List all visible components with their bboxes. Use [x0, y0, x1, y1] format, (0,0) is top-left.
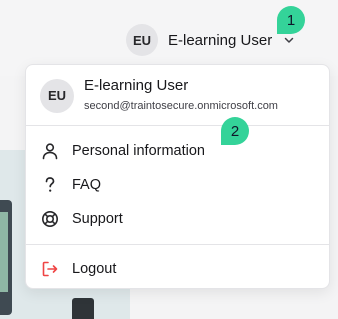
- menu-divider: [26, 244, 329, 245]
- menu-item-label: Personal information: [72, 143, 205, 159]
- menu-avatar: EU: [40, 78, 74, 113]
- menu-item-personal-information[interactable]: Personal information: [40, 139, 205, 163]
- avatar: EU: [126, 24, 158, 56]
- background-device: [72, 298, 94, 319]
- step-badge-1: 1: [277, 6, 305, 34]
- account-dropdown-menu: EU E-learning User second@traintosecure.…: [25, 64, 330, 289]
- account-name: E-learning User: [168, 31, 273, 49]
- background-screen: [0, 212, 8, 292]
- chevron-down-icon: [282, 33, 296, 47]
- menu-item-faq[interactable]: FAQ: [40, 173, 101, 197]
- account-menu-button[interactable]: EU E-learning User: [126, 24, 296, 56]
- menu-user-name: E-learning User: [84, 77, 189, 94]
- menu-item-label: Logout: [72, 261, 117, 277]
- menu-item-label: FAQ: [72, 177, 102, 193]
- menu-item-support[interactable]: Support: [40, 207, 123, 231]
- step-badge-2: 2: [221, 117, 249, 145]
- lifebuoy-icon: [40, 209, 60, 229]
- user-icon: [40, 141, 60, 161]
- menu-item-label: Support: [72, 211, 123, 227]
- question-icon: [40, 175, 60, 195]
- menu-user-email: second@traintosecure.onmicrosoft.com: [84, 100, 278, 112]
- menu-user-info: EU E-learning User second@traintosecure.…: [40, 77, 278, 114]
- menu-divider: [26, 125, 329, 126]
- menu-item-logout[interactable]: Logout: [40, 257, 116, 281]
- logout-icon: [40, 259, 60, 279]
